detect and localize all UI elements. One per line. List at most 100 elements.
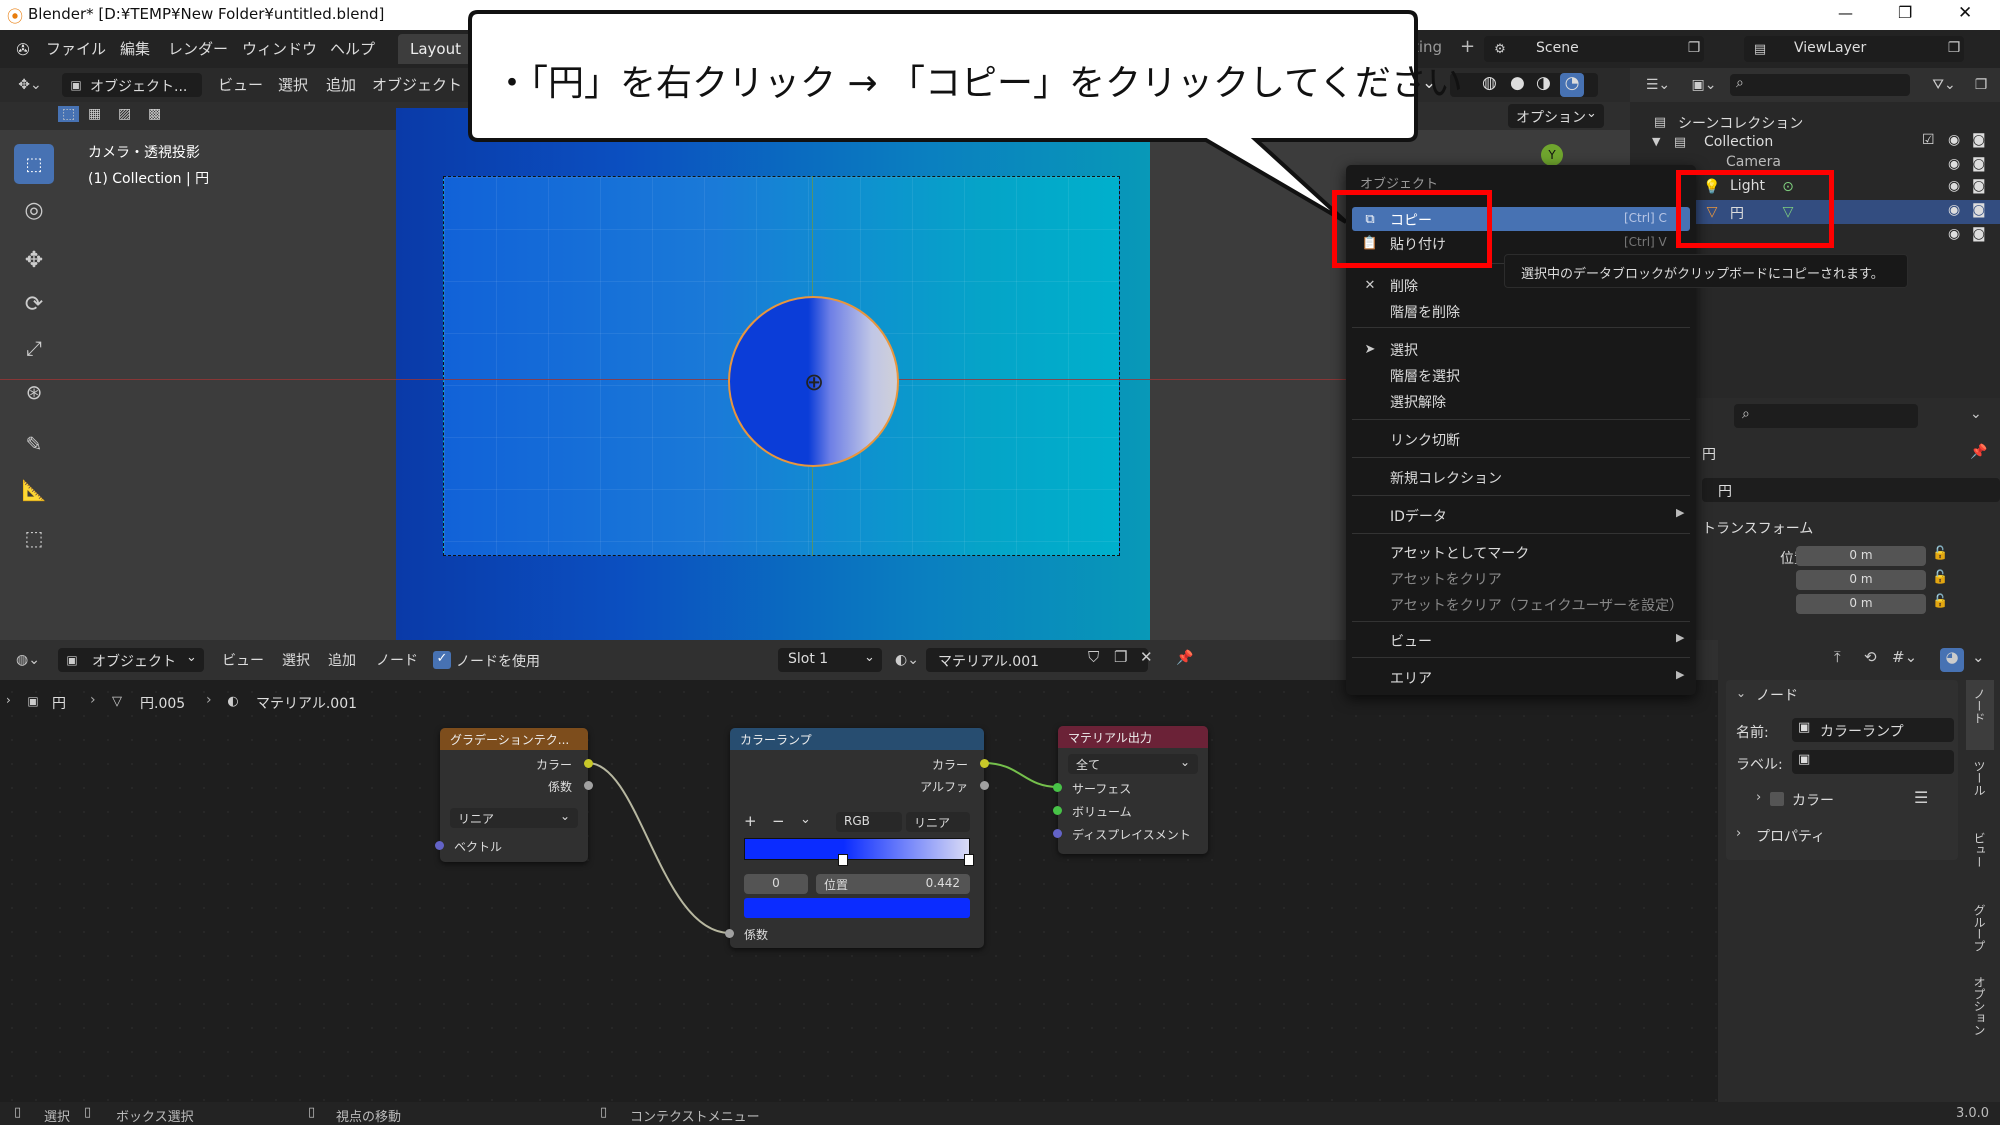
vector-socket[interactable] xyxy=(435,841,444,850)
ramp-color-swatch[interactable] xyxy=(744,898,970,918)
tab-group[interactable]: グループ xyxy=(1966,896,1994,966)
collection-expand-icon[interactable]: ▼ xyxy=(1652,135,1660,148)
move-tool[interactable]: ✥ xyxy=(14,240,54,280)
menu-item-clear-asset-fake-user[interactable]: アセットをクリア（フェイクユーザーを設定） xyxy=(1390,595,1683,615)
camera-render-icon[interactable]: ◙ xyxy=(1972,226,1986,242)
rendered-shading-icon[interactable]: ◔ xyxy=(1560,73,1584,97)
chevron-down-icon[interactable]: ⌄ xyxy=(1972,648,1985,666)
panel-collapse-icon[interactable]: ⌄ xyxy=(1736,686,1746,700)
outliner-search-input[interactable]: ⌕ xyxy=(1730,74,1910,96)
menu-item-mark-asset[interactable]: アセットとしてマーク xyxy=(1390,543,1529,563)
menu-item-new-collection[interactable]: 新規コレクション xyxy=(1390,468,1502,488)
options-dropdown[interactable]: オプション ⌄ xyxy=(1508,104,1604,128)
output-target-dropdown[interactable]: 全て ⌄ xyxy=(1068,754,1198,774)
fac-socket[interactable] xyxy=(725,929,734,938)
menu-item-select[interactable]: 選択 xyxy=(1390,340,1418,360)
nav-gizmo-y[interactable]: Y xyxy=(1541,144,1563,166)
transform-tool[interactable]: ⊛ xyxy=(14,372,54,412)
location-x-field[interactable]: 0 m xyxy=(1796,546,1926,566)
camera-render-icon[interactable]: ◙ xyxy=(1972,132,1986,148)
scale-tool[interactable]: ⤢ xyxy=(14,328,54,368)
object-name-field[interactable]: 円 xyxy=(1702,478,2000,502)
filter-icon[interactable]: ⛛⌄ xyxy=(1926,74,1962,96)
menu-help[interactable]: ヘルプ xyxy=(330,38,375,59)
color-ramp-node[interactable]: カラーランプ カラー アルファ + − ⌄ RGB リニア 0 位置 0.442 … xyxy=(725,728,989,948)
cursor-tool[interactable]: ◎ xyxy=(14,190,54,230)
chevron-down-icon[interactable]: ⌄ xyxy=(1970,406,1982,422)
tab-layout[interactable]: Layout xyxy=(398,34,472,64)
add-stop-icon[interactable]: + xyxy=(744,812,757,830)
color-checkbox[interactable] xyxy=(1770,792,1784,806)
selection-mode-icons[interactable]: ⬚ ▦ ▨ ▩ xyxy=(56,106,182,128)
wireframe-shading-icon[interactable]: ◍ xyxy=(1482,73,1497,93)
ramp-position-field[interactable]: 位置 0.442 xyxy=(816,874,970,894)
material-output-node[interactable]: マテリアル出力 全て ⌄ サーフェス ボリューム ディスプレイスメント xyxy=(1053,726,1208,854)
mode-selector[interactable]: ▣ オブジェクト... xyxy=(62,73,202,97)
properties-search-input[interactable]: ⌕ xyxy=(1734,404,1918,428)
menu-item-deselect[interactable]: 選択解除 xyxy=(1390,392,1446,412)
viewport-menu-view[interactable]: ビュー xyxy=(218,74,263,95)
shader-editor[interactable]: ◍⌄ ▣ オブジェクト ⌄ ビュー 選択 追加 ノード ✓ ノードを使用 Slo… xyxy=(0,640,1718,1102)
menu-item-view[interactable]: ビュー xyxy=(1390,631,1432,651)
lock-icon[interactable]: 🔓 xyxy=(1932,570,1948,585)
new-collection-icon[interactable]: ❐ xyxy=(1970,74,1992,96)
scene-selector[interactable]: ⚙ Scene xyxy=(1484,36,1704,62)
shader-socket[interactable] xyxy=(1053,783,1062,792)
solid-shading-icon[interactable]: ● xyxy=(1510,73,1525,93)
node-label-field[interactable]: ▣ xyxy=(1792,750,1954,774)
menu-item-select-hierarchy[interactable]: 階層を選択 xyxy=(1390,366,1460,386)
eye-icon[interactable]: ◉ xyxy=(1948,132,1960,148)
lock-icon[interactable]: 🔓 xyxy=(1932,594,1948,609)
shader-socket[interactable] xyxy=(1053,806,1062,815)
select-box-tool[interactable]: ⬚ xyxy=(14,144,54,184)
camera-render-icon[interactable]: ◙ xyxy=(1972,202,1986,218)
menu-item-unlink[interactable]: リンク切断 xyxy=(1390,430,1460,450)
pin-icon[interactable]: 📌 xyxy=(1970,444,1987,460)
gradient-type-dropdown[interactable]: リニア ⌄ xyxy=(450,808,578,828)
fac-socket[interactable] xyxy=(584,781,593,790)
colorramp-node-header[interactable]: カラーランプ xyxy=(730,728,984,750)
tab-tool[interactable]: ツール xyxy=(1966,752,1994,822)
output-node-header[interactable]: マテリアル出力 xyxy=(1058,726,1208,748)
new-scene-icon[interactable]: ❐ xyxy=(1684,38,1704,58)
measure-tool[interactable]: 📐 xyxy=(14,470,54,510)
snap-settings-icon[interactable]: #⌄ xyxy=(1892,648,1917,666)
maximize-button[interactable]: ❐ xyxy=(1898,3,1912,22)
minimize-button[interactable]: — xyxy=(1838,4,1853,22)
viewlayer-selector[interactable]: ▤ ViewLayer xyxy=(1744,36,1964,62)
close-window-button[interactable]: ✕ xyxy=(1958,3,1972,23)
list-icon[interactable]: ☰ xyxy=(1914,788,1928,807)
ramp-stop-handle[interactable] xyxy=(964,854,974,866)
menu-file[interactable]: ファイル xyxy=(46,38,106,59)
ramp-stop-handle[interactable] xyxy=(838,854,848,866)
exclude-checkbox-icon[interactable]: ☑ xyxy=(1922,132,1935,148)
alpha-socket[interactable] xyxy=(980,781,989,790)
eye-icon[interactable]: ◉ xyxy=(1948,178,1960,194)
select-invert-icon[interactable]: ▩ xyxy=(148,106,161,122)
node-name-field[interactable]: ▣ カラーランプ xyxy=(1792,718,1954,742)
overlay-toggle-icon[interactable]: ◕ xyxy=(1940,648,1964,672)
annotate-tool[interactable]: ✎ xyxy=(14,424,54,464)
color-socket[interactable] xyxy=(980,759,989,768)
camera-render-icon[interactable]: ◙ xyxy=(1972,156,1986,172)
lock-icon[interactable]: 🔓 xyxy=(1932,546,1948,561)
tab-view[interactable]: ビュー xyxy=(1966,824,1994,894)
ramp-index-field[interactable]: 0 xyxy=(744,874,808,894)
menu-item-clear-asset[interactable]: アセットをクリア xyxy=(1390,569,1502,589)
vector-socket[interactable] xyxy=(1053,829,1062,838)
gradient-texture-node[interactable]: グラデーションテク... カラー 係数 リニア ⌄ ベクトル xyxy=(435,728,593,862)
shading-buttons[interactable]: ⌄ ◍ ● ◑ ◔ xyxy=(1422,73,1598,97)
gradient-node-header[interactable]: グラデーションテク... xyxy=(440,728,588,750)
blender-menu-icon[interactable]: ✇ xyxy=(12,39,34,59)
menu-item-delete[interactable]: 削除 xyxy=(1390,276,1418,296)
select-subtract-icon[interactable]: ▨ xyxy=(118,106,131,122)
chevron-down-icon[interactable]: ⌄ xyxy=(800,812,811,827)
outliner-editor-icon[interactable]: ☰⌄ xyxy=(1640,74,1676,96)
snap-icon[interactable]: ⟲ xyxy=(1864,648,1877,666)
display-mode-icon[interactable]: ▣⌄ xyxy=(1686,74,1722,96)
tab-options[interactable]: オプション xyxy=(1966,968,1994,1048)
menu-window[interactable]: ウィンドウ xyxy=(242,38,317,59)
color-ramp-bar[interactable] xyxy=(744,838,970,860)
tab-node[interactable]: ノード xyxy=(1966,680,1994,750)
props-expand-icon[interactable]: › xyxy=(1736,826,1741,841)
